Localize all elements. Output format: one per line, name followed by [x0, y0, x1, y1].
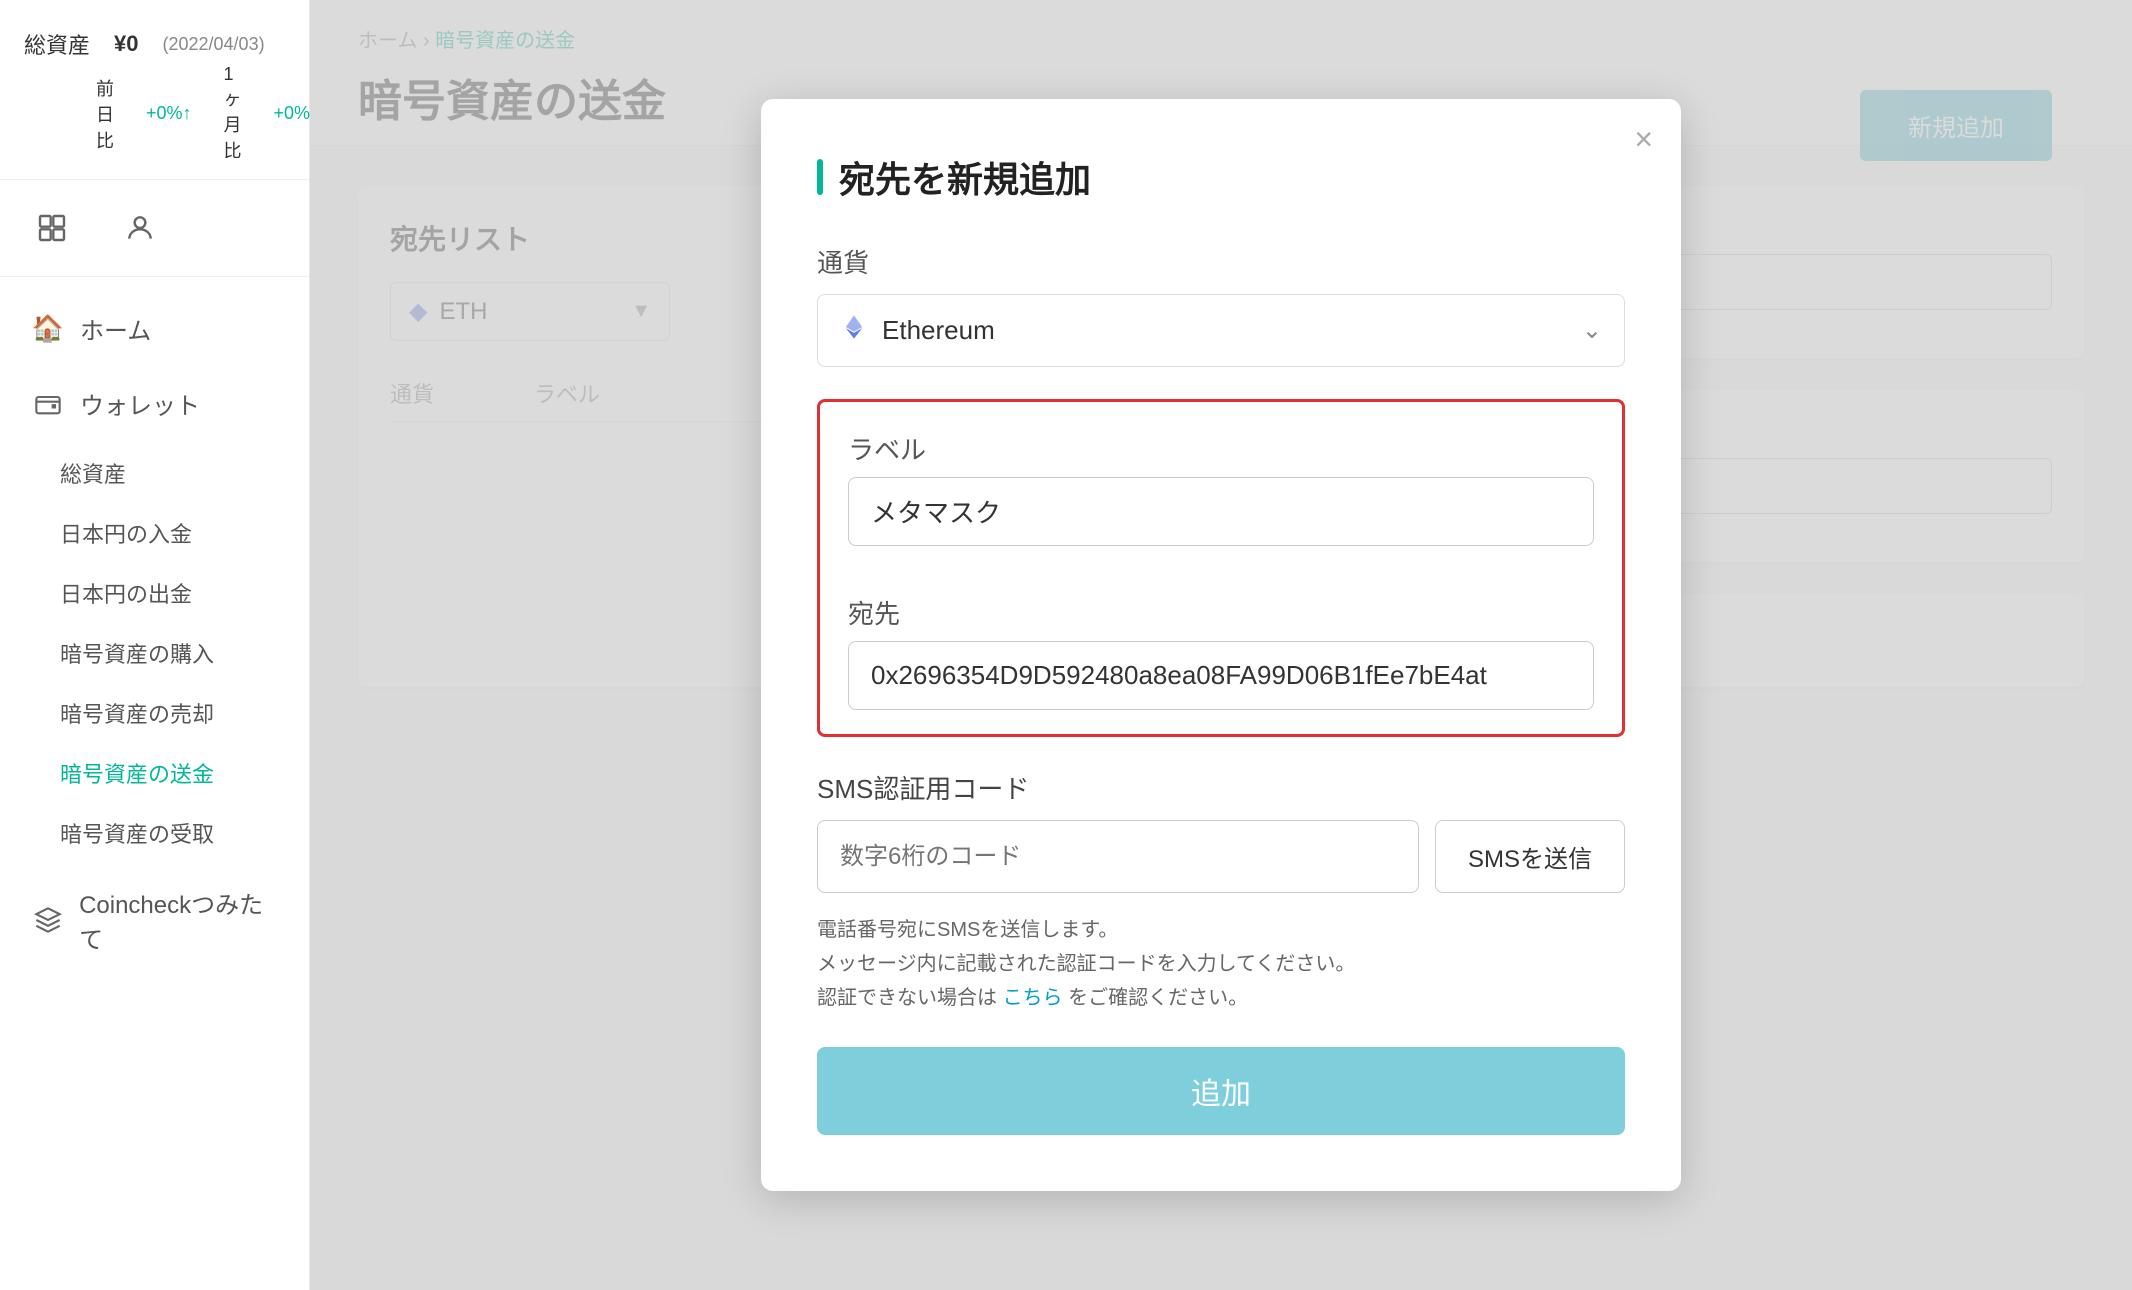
sidebar-item-coincheck[interactable]: Coincheckつみたて [0, 867, 309, 973]
sidebar-item-home[interactable]: 🏠 ホーム [0, 293, 309, 364]
dest-input[interactable] [848, 641, 1594, 710]
sms-row: SMSを送信 [817, 820, 1625, 893]
sidebar-item-coincheck-label: Coincheckつみたて [79, 885, 281, 955]
wallet-icon [32, 388, 64, 420]
modal-title: 宛先を新規追加 [839, 151, 1091, 203]
currency-label: 通貨 [817, 243, 1625, 280]
stats-section: 総資産 ¥0 (2022/04/03) 前日比 +0%↑ 1ヶ月比 +0%↑ [24, 28, 285, 163]
sms-hint-link[interactable]: こちら [1003, 987, 1063, 1009]
modal-close-button[interactable]: × [1634, 123, 1653, 155]
sidebar-item-home-label: ホーム [80, 311, 151, 346]
ethereum-icon [840, 313, 868, 348]
sms-send-button[interactable]: SMSを送信 [1435, 820, 1625, 893]
change-day-label: 前日比 [96, 75, 114, 153]
currency-select-value: Ethereum [882, 315, 995, 346]
highlight-section: ラベル 宛先 [817, 399, 1625, 737]
change-day-value: +0%↑ [146, 103, 192, 124]
coincheck-icon [32, 904, 63, 936]
sidebar-item-jpy-deposit[interactable]: 日本円の入金 [16, 503, 309, 563]
modal: × 宛先を新規追加 通貨 Ethereum ⌄ ラベル [761, 99, 1681, 1191]
asset-value: ¥0 [114, 31, 138, 57]
sms-hint: 電話番号宛にSMSを送信します。 メッセージ内に記載された認証コードを入力してく… [817, 913, 1625, 1015]
sidebar-item-wallet[interactable]: ウォレット [0, 368, 309, 439]
sms-hint-line3-post: をご確認ください。 [1068, 987, 1248, 1009]
sidebar-item-crypto-send[interactable]: 暗号資産の送金 [16, 743, 309, 803]
sidebar-item-jpy-withdraw[interactable]: 日本円の出金 [16, 563, 309, 623]
sidebar-nav: 🏠 ホーム ウォレット 総資産 日本円の入金 [0, 277, 309, 989]
sms-hint-line2: メッセージ内に記載された認証コードを入力してください。 [817, 953, 1355, 975]
modal-submit-button[interactable]: 追加 [817, 1047, 1625, 1135]
sidebar-item-crypto-sell[interactable]: 暗号資産の売却 [16, 683, 309, 743]
sidebar-item-wallet-label: ウォレット [80, 386, 200, 421]
user-icon-btn[interactable] [112, 204, 168, 252]
sidebar-item-crypto-buy[interactable]: 暗号資産の購入 [16, 623, 309, 683]
change-month-label: 1ヶ月比 [224, 64, 242, 163]
sidebar-icon-row [0, 180, 309, 277]
sms-label: SMS認証用コード [817, 769, 1625, 806]
sms-hint-line1: 電話番号宛にSMSを送信します。 [817, 919, 1118, 941]
sidebar-item-assets[interactable]: 総資産 [16, 443, 309, 503]
currency-chevron-icon: ⌄ [1582, 316, 1602, 345]
sidebar: 総資産 ¥0 (2022/04/03) 前日比 +0%↑ 1ヶ月比 +0%↑ [0, 0, 310, 1290]
sms-code-input[interactable] [817, 820, 1419, 893]
sidebar-item-crypto-receive[interactable]: 暗号資産の受取 [16, 803, 309, 863]
main-content: ホーム › 暗号資産の送金 暗号資産の送金 宛先リスト ◆ ETH ▼ 通貨 ラ… [310, 0, 2132, 1290]
dest-section-label: 宛先 [848, 594, 1594, 631]
sidebar-header: 総資産 ¥0 (2022/04/03) 前日比 +0%↑ 1ヶ月比 +0%↑ [0, 0, 309, 180]
sms-hint-line3-pre: 認証できない場合は [817, 987, 997, 1009]
home-icon: 🏠 [32, 313, 64, 345]
label-input[interactable] [848, 477, 1594, 546]
label-section-label: ラベル [848, 430, 1594, 467]
asset-label: 総資産 [24, 28, 90, 60]
wallet-sub-items: 総資産 日本円の入金 日本円の出金 暗号資産の購入 暗号資産の売却 暗号資産の送… [16, 443, 309, 863]
currency-select[interactable]: Ethereum ⌄ [817, 294, 1625, 367]
grid-icon-btn[interactable] [24, 204, 80, 252]
modal-title-bar: 宛先を新規追加 [817, 151, 1625, 203]
asset-date: (2022/04/03) [163, 34, 265, 55]
